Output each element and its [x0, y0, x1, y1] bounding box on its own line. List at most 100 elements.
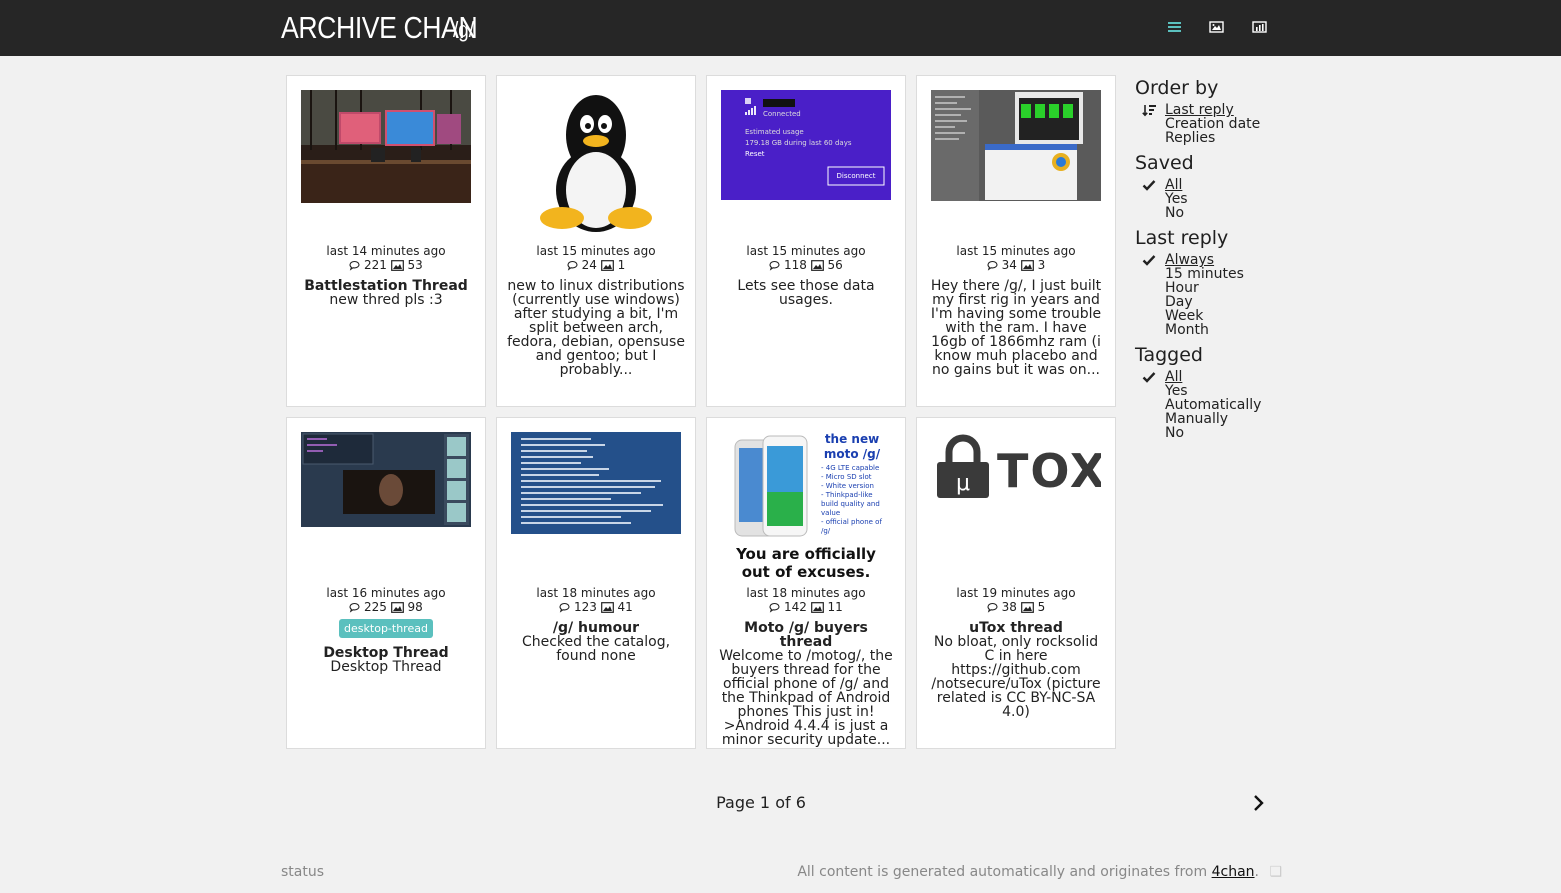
image-count-icon: [1020, 260, 1034, 271]
thread-subject: Battlestation Thread: [304, 278, 468, 294]
last-reply-time: last 19 minutes ago: [956, 586, 1076, 600]
board-name[interactable]: /g/: [453, 17, 474, 43]
thread-meta: last 18 minutes ago 142 11: [707, 586, 905, 614]
tagged-automatically[interactable]: Automatically: [1135, 398, 1295, 412]
thread-card[interactable]: last 14 minutes ago 221 53 Battlestation…: [286, 75, 486, 407]
last-reply-time: last 18 minutes ago: [536, 586, 656, 600]
thread-text: new to linux distributions (currently us…: [507, 278, 685, 378]
next-page-icon[interactable]: [1252, 794, 1266, 816]
order-by-heading: Order by: [1135, 77, 1219, 99]
comment-icon: [987, 602, 998, 613]
page-indicator: Page 1 of 6: [716, 793, 806, 812]
thread-card[interactable]: last 15 minutes ago 24 1 new to linux di…: [496, 75, 696, 407]
saved-list: All Yes No: [1135, 178, 1295, 220]
image-count-icon: [600, 260, 614, 271]
saved-heading: Saved: [1135, 152, 1194, 174]
thread-excerpt: desktop-thread Desktop Thread Desktop Th…: [297, 619, 475, 674]
list-icon[interactable]: [1167, 20, 1183, 35]
stats-icon[interactable]: [1252, 20, 1268, 35]
last-reply-time: last 15 minutes ago: [536, 244, 656, 258]
comment-icon: [559, 602, 570, 613]
thumb-disconnect-button: Disconnect: [836, 172, 876, 180]
thumb-headline: the new moto /g/: [823, 432, 881, 461]
image-count-icon: [810, 260, 824, 271]
thread-text: Lets see those data usages.: [737, 278, 875, 308]
thread-text: Desktop Thread: [330, 659, 442, 675]
thread-meta: last 16 minutes ago 225 98: [287, 586, 485, 614]
reply-count: 34: [1001, 258, 1017, 272]
thread-text: Hey there /g/, I just built my first rig…: [930, 278, 1102, 378]
thread-thumbnail[interactable]: [511, 432, 681, 534]
thread-meta: last 15 minutes ago 118 56: [707, 244, 905, 272]
thread-card[interactable]: the new moto /g/ - 4G LTE capable - Micr…: [706, 417, 906, 749]
thread-card[interactable]: μ TOX last 19 minutes ago 38 5 uTox thre…: [916, 417, 1116, 749]
image-count-icon: [390, 602, 404, 613]
order-by-list: Last reply Creation date Replies: [1135, 103, 1295, 145]
last-reply-month[interactable]: Month: [1135, 323, 1295, 337]
last-reply-day[interactable]: Day: [1135, 295, 1295, 309]
thread-text: new thred pls :3: [329, 292, 443, 308]
thread-thumbnail[interactable]: [527, 90, 665, 235]
last-reply-always[interactable]: Always: [1135, 253, 1295, 267]
site-title[interactable]: ARCHIVE CHAN: [281, 10, 478, 46]
thread-card[interactable]: last 16 minutes ago 225 98 desktop-threa…: [286, 417, 486, 749]
comment-icon: [987, 260, 998, 271]
reply-count: 38: [1001, 600, 1017, 614]
tagged-yes[interactable]: Yes: [1135, 384, 1295, 398]
thread-thumbnail[interactable]: Connected Estimated usage 179.18 GB duri…: [721, 90, 891, 200]
thumb-usage-label: Estimated usage: [745, 128, 804, 136]
comment-icon: [769, 260, 780, 271]
thumb-logo-text: TOX: [997, 444, 1101, 498]
top-bar: ARCHIVE CHAN /g/: [0, 0, 1561, 56]
thread-thumbnail[interactable]: μ TOX: [931, 432, 1101, 502]
thumb-reset-label: Reset: [745, 150, 765, 158]
image-count: 53: [407, 258, 423, 272]
order-replies[interactable]: Replies: [1135, 131, 1295, 145]
reply-count: 221: [363, 258, 387, 272]
saved-yes[interactable]: Yes: [1135, 192, 1295, 206]
thread-meta: last 15 minutes ago 34 3: [917, 244, 1115, 272]
thread-thumbnail[interactable]: the new moto /g/ - 4G LTE capable - Micr…: [721, 432, 891, 582]
last-reply-15-minutes[interactable]: 15 minutes: [1135, 267, 1295, 281]
thread-meta: last 19 minutes ago 38 5: [917, 586, 1115, 614]
comment-icon: [769, 602, 780, 613]
thread-meta: last 14 minutes ago 221 53: [287, 244, 485, 272]
status-link[interactable]: status: [281, 864, 324, 880]
image-count: 1: [617, 258, 626, 272]
thread-excerpt: uTox thread No bloat, only rocksolid C i…: [927, 621, 1105, 719]
last-reply-week[interactable]: Week: [1135, 309, 1295, 323]
thread-thumbnail[interactable]: [301, 90, 471, 203]
image-icon[interactable]: [1209, 20, 1225, 35]
thread-subject: Moto /g/ buyers thread: [744, 620, 868, 650]
tagged-manually[interactable]: Manually: [1135, 412, 1295, 426]
thread-meta: last 18 minutes ago 123 41: [497, 586, 695, 614]
order-creation-date[interactable]: Creation date: [1135, 117, 1295, 131]
thumb-connected-label: Connected: [763, 110, 801, 118]
reply-count: 142: [783, 600, 807, 614]
thread-card[interactable]: Connected Estimated usage 179.18 GB duri…: [706, 75, 906, 407]
thread-excerpt: Battlestation Thread new thred pls :3: [297, 279, 475, 307]
order-last-reply[interactable]: Last reply: [1135, 103, 1295, 117]
comment-icon: [567, 260, 578, 271]
image-count: 56: [827, 258, 843, 272]
reply-count: 118: [783, 258, 807, 272]
thread-tag[interactable]: desktop-thread: [339, 619, 433, 638]
last-reply-hour[interactable]: Hour: [1135, 281, 1295, 295]
thread-card[interactable]: last 18 minutes ago 123 41 /g/ humour Ch…: [496, 417, 696, 749]
footer-credit: All content is generated automatically a…: [797, 864, 1282, 880]
thread-thumbnail[interactable]: [931, 90, 1101, 201]
tagged-all[interactable]: All: [1135, 370, 1295, 384]
svg-text:μ: μ: [956, 471, 970, 496]
tagged-no[interactable]: No: [1135, 426, 1295, 440]
thread-excerpt: /g/ humour Checked the catalog, found no…: [507, 621, 685, 663]
thread-subject: /g/ humour: [552, 620, 640, 636]
thread-thumbnail[interactable]: [301, 432, 471, 527]
thread-card[interactable]: last 15 minutes ago 34 3 Hey there /g/, …: [916, 75, 1116, 407]
saved-no[interactable]: No: [1135, 206, 1295, 220]
thread-excerpt: Lets see those data usages.: [717, 279, 895, 307]
image-count-icon: [390, 260, 404, 271]
thread-subject: uTox thread: [969, 620, 1063, 636]
saved-all[interactable]: All: [1135, 178, 1295, 192]
comment-icon: [349, 260, 360, 271]
source-link[interactable]: 4chan: [1212, 864, 1255, 880]
